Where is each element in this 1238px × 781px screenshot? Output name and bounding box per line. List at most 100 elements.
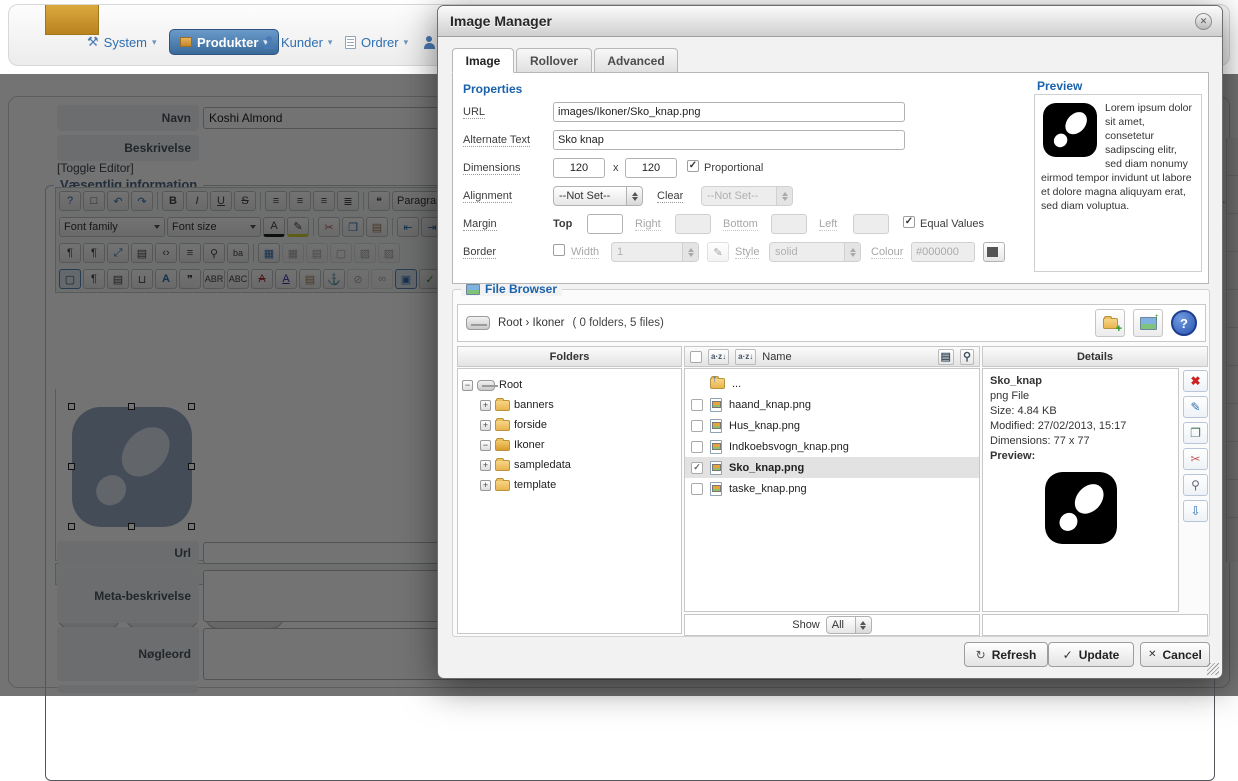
file-row[interactable]: haand_knap.png (685, 394, 979, 415)
list-view-icon[interactable]: ▤ (938, 349, 954, 365)
blockquote-icon[interactable]: ❝ (368, 191, 390, 211)
abbreviation-icon[interactable]: ABR (203, 269, 225, 289)
help-icon[interactable]: ? (59, 191, 81, 211)
row-properties-icon[interactable]: ▤ (306, 243, 328, 263)
print-icon[interactable]: ≡ (179, 243, 201, 263)
insert-file-icon[interactable]: ⇩ (1183, 500, 1208, 522)
align-center-icon[interactable]: ≡ (289, 191, 311, 211)
collapse-icon[interactable]: − (462, 380, 473, 391)
file-row[interactable]: taske_knap.png (685, 478, 979, 499)
upload-button[interactable]: ↑ (1133, 309, 1163, 337)
new-document-icon[interactable]: □ (83, 191, 105, 211)
show-select[interactable]: All (826, 616, 872, 634)
fullscreen-icon[interactable]: ⤢ (107, 243, 129, 263)
toggle-editor-link[interactable]: [Toggle Editor] (57, 161, 134, 175)
delete-row-icon[interactable]: ▨ (378, 243, 400, 263)
alternate-text-input[interactable] (553, 130, 905, 150)
proportional-checkbox[interactable]: ✓ (687, 160, 699, 172)
tree-item-forside[interactable]: + forside (462, 415, 677, 435)
tab-rollover[interactable]: Rollover (516, 48, 592, 73)
cut-icon[interactable]: ✂ (318, 217, 340, 237)
close-icon[interactable]: ✕ (1195, 13, 1212, 30)
rtl-icon[interactable]: ¶ (83, 243, 105, 263)
styles-icon[interactable]: A (155, 269, 177, 289)
tree-item-sampledata[interactable]: + sampledata (462, 455, 677, 475)
file-checkbox[interactable] (691, 441, 703, 453)
copy-file-icon[interactable]: ❐ (1183, 422, 1208, 444)
deletion-icon[interactable]: A (251, 269, 273, 289)
tree-item-template[interactable]: + template (462, 475, 677, 495)
show-blocks-icon[interactable]: ¶ (83, 269, 105, 289)
view-file-icon[interactable]: ⚲ (1183, 474, 1208, 496)
editor-content-area[interactable] (55, 389, 447, 561)
file-row[interactable]: Indkoebsvogn_knap.png (685, 436, 979, 457)
margin-top-input[interactable] (587, 214, 623, 234)
page-properties-icon[interactable]: ▤ (107, 269, 129, 289)
expand-icon[interactable]: + (480, 400, 491, 411)
tab-advanced[interactable]: Advanced (594, 48, 678, 73)
expand-icon[interactable]: + (480, 480, 491, 491)
dialog-resize-handle[interactable] (1207, 663, 1219, 675)
outdent-icon[interactable]: ⇤ (397, 217, 419, 237)
bold-icon[interactable]: B (162, 191, 184, 211)
new-folder-button[interactable]: + (1095, 309, 1125, 337)
source-code-icon[interactable]: ‹› (155, 243, 177, 263)
refresh-button[interactable]: ↻ Refresh (964, 642, 1048, 667)
file-checkbox[interactable] (691, 399, 703, 411)
ltr-icon[interactable]: ¶ (59, 243, 81, 263)
expand-icon[interactable]: + (480, 460, 491, 471)
note-icon[interactable]: ▤ (299, 269, 321, 289)
resize-handle-ne[interactable] (188, 403, 195, 410)
breadcrumb[interactable]: Root › Ikoner (498, 317, 564, 329)
subscript-icon[interactable]: ba (227, 243, 249, 263)
resize-handle-e[interactable] (188, 463, 195, 470)
bottom-box-icon[interactable]: ⊔ (131, 269, 153, 289)
expand-icon[interactable]: + (480, 420, 491, 431)
quotes-icon[interactable]: ❞ (179, 269, 201, 289)
copy-icon[interactable]: ❐ (342, 217, 364, 237)
resize-handle-nw[interactable] (68, 403, 75, 410)
align-justify-icon[interactable]: ≣ (337, 191, 359, 211)
insert-table-icon[interactable]: ▦ (258, 243, 280, 263)
file-checkbox[interactable] (691, 483, 703, 495)
font-size-select[interactable]: Font size (167, 217, 261, 237)
tree-item-banners[interactable]: + banners (462, 395, 677, 415)
sort-ascending-icon[interactable]: a·z↓ (708, 349, 729, 365)
select-all-checkbox[interactable] (690, 351, 702, 363)
colour-picker-swatch[interactable] (983, 242, 1005, 262)
nav-item-system[interactable]: ⚒ System ▾ (87, 29, 157, 55)
cut-file-icon[interactable]: ✂ (1183, 448, 1208, 470)
footprint-image-selected[interactable] (72, 407, 192, 527)
sort-descending-icon[interactable]: a·z↓ (735, 349, 756, 365)
width-input[interactable] (553, 158, 605, 178)
text-color-icon[interactable]: A (263, 217, 285, 237)
rename-file-icon[interactable]: ✎ (1183, 396, 1208, 418)
font-family-select[interactable]: Font family (59, 217, 165, 237)
insertion-icon[interactable]: A (275, 269, 297, 289)
undo-icon[interactable]: ↶ (107, 191, 129, 211)
highlight-color-icon[interactable]: ✎ (287, 217, 309, 237)
file-row-up[interactable]: ↑ ... (685, 373, 979, 394)
file-checkbox[interactable] (691, 420, 703, 432)
preview-icon[interactable]: ▤ (131, 243, 153, 263)
delete-table-icon[interactable]: ▦ (282, 243, 304, 263)
insert-row-icon[interactable]: ▧ (354, 243, 376, 263)
link-icon[interactable]: ∞ (371, 269, 393, 289)
resize-handle-se[interactable] (188, 523, 195, 530)
resize-handle-s[interactable] (128, 523, 135, 530)
height-input[interactable] (625, 158, 677, 178)
resize-handle-n[interactable] (128, 403, 135, 410)
acronym-icon[interactable]: ABC (227, 269, 249, 289)
equal-values-checkbox[interactable]: ✓ (903, 216, 915, 228)
insert-image-icon[interactable]: ▣ (395, 269, 417, 289)
anchor-icon[interactable]: ⚓ (323, 269, 345, 289)
paste-icon[interactable]: ▤ (366, 217, 388, 237)
visual-aid-icon[interactable]: ▢ (59, 269, 81, 289)
tree-item-ikoner[interactable]: − Ikoner (462, 435, 677, 455)
search-icon[interactable]: ⚲ (960, 349, 974, 365)
update-button[interactable]: ✓ Update (1048, 642, 1134, 667)
alignment-select[interactable]: --Not Set-- (553, 186, 643, 206)
resize-handle-sw[interactable] (68, 523, 75, 530)
cell-properties-icon[interactable]: ▢ (330, 243, 352, 263)
border-width-checkbox[interactable] (553, 244, 565, 256)
